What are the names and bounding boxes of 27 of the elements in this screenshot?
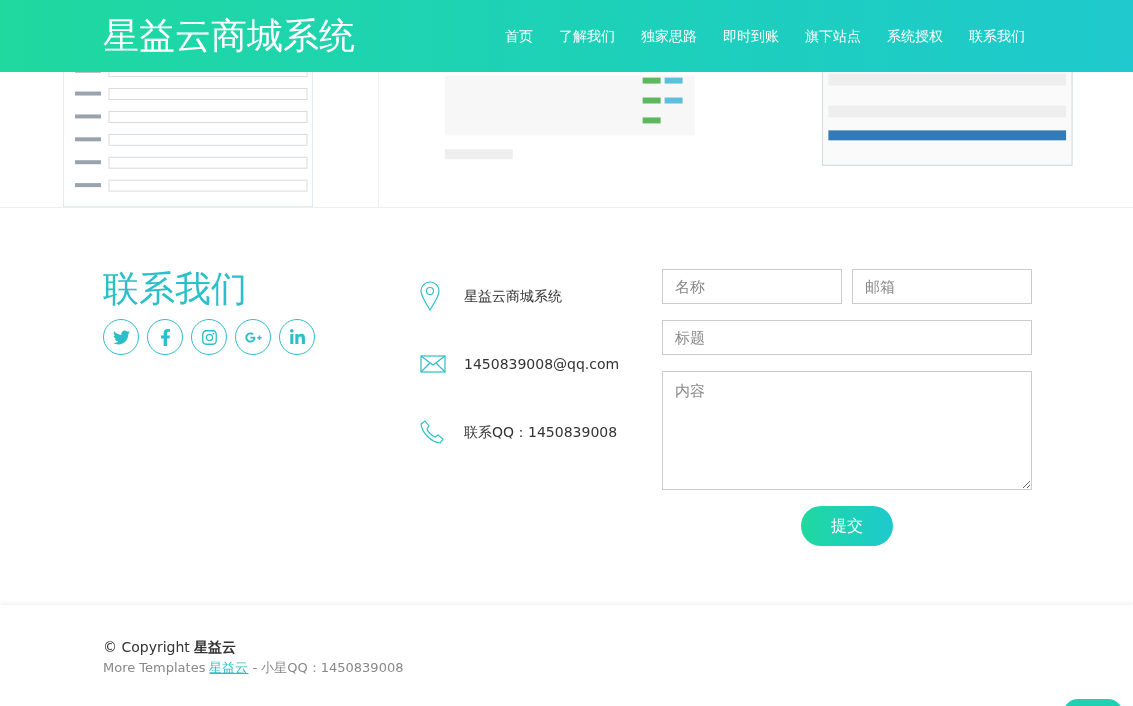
nav-link[interactable]: 系统授权 [887,25,943,47]
submit-button[interactable]: 提交 [801,506,893,546]
copyright-text: © Copyright 星益云 [103,638,238,657]
nav-link[interactable]: 即时到账 [723,25,779,47]
twitter-icon [112,328,130,346]
credit-link[interactable]: 星益云 [209,658,249,678]
location-pin-icon [420,281,440,311]
email-field[interactable]: 邮箱 [852,269,1032,304]
credit-text: - 小星QQ：1450839008 [252,659,404,677]
instagram-icon [200,328,218,346]
subject-field[interactable]: 标题 [662,320,1032,355]
envelope-icon [420,355,446,373]
nav-link[interactable]: 了解我们 [559,25,615,47]
message-field[interactable]: 内容 [662,371,1032,490]
phone-icon [420,420,444,444]
contact-text: 1450839008@qq.com [464,354,620,374]
nav-link[interactable]: 首页 [505,25,533,47]
linkedin-icon [288,328,306,346]
brand-title[interactable]: 星益云商城系统 [103,18,355,54]
section-title: 联系我们 [103,271,248,307]
contact-text: 星益云商城系统 [464,286,562,306]
nav-link[interactable]: 旗下站点 [805,25,861,47]
name-field[interactable]: 名称 [662,269,842,304]
credit-text: More Templates [103,659,206,677]
nav-link[interactable]: 联系我们 [969,25,1025,47]
nav-link[interactable]: 独家思路 [641,25,697,47]
contact-text: 联系QQ：1450839008 [464,422,618,442]
